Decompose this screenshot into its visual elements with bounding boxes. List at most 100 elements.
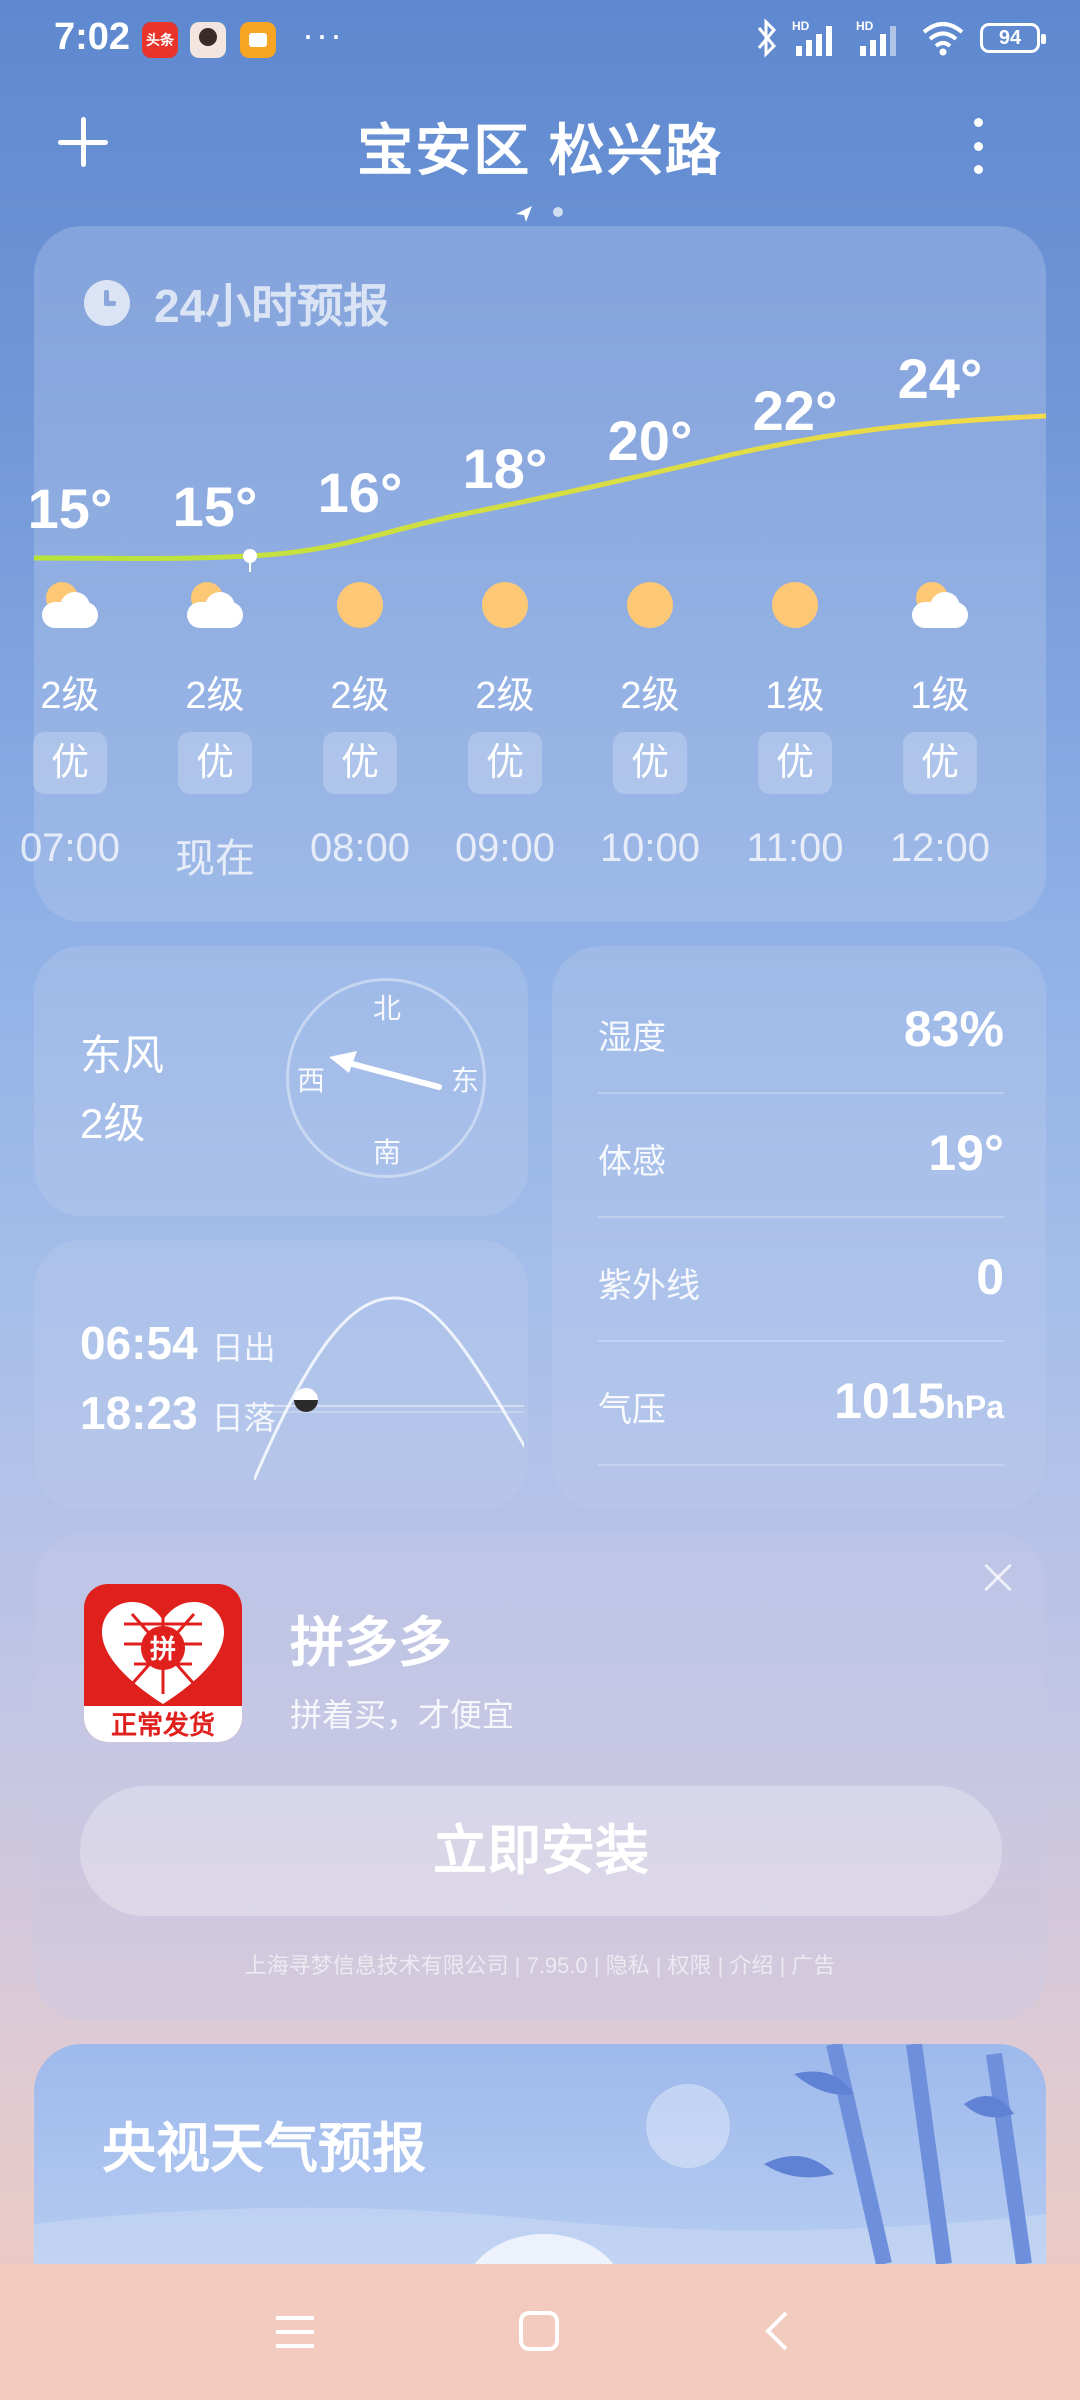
hour-weather	[0, 582, 140, 632]
aqi-badge: 优	[468, 732, 542, 794]
hour-temp: 18°	[462, 437, 548, 500]
forecast-hour-0: 15° 2级优 07:00	[0, 226, 140, 922]
sun-icon	[627, 582, 673, 628]
ad-card[interactable]: 拼 正常发货 拼多多 拼着买，才便宜 立即安装 上海寻梦信息技术有限公司 | 7…	[34, 1534, 1046, 2020]
aqi-badge: 优	[758, 732, 832, 794]
sun-arc	[254, 1296, 524, 1480]
hour-wind: 2级	[40, 675, 100, 717]
hour-aqi-wrap: 优	[0, 732, 140, 794]
aqi-badge: 优	[613, 732, 687, 794]
page-dot	[553, 207, 563, 217]
sun-arc-path	[254, 1296, 524, 1480]
partly-cloudy-icon	[40, 582, 100, 632]
avatar-app-icon	[190, 22, 226, 58]
menu-icon[interactable]	[274, 2312, 316, 2352]
status-indicators: HD HD 94	[756, 18, 1046, 58]
hour-aqi-wrap: 优	[435, 732, 575, 794]
hour-temp: 22°	[752, 379, 838, 442]
svg-text:HD: HD	[792, 19, 810, 33]
hour-wind: 2级	[330, 675, 390, 717]
hour-temp: 24°	[897, 347, 983, 410]
forecast-hour-1: 15° 2级优现在	[145, 226, 285, 922]
uv-label: 紫外线	[598, 1267, 700, 1305]
hour-aqi-wrap: 优	[580, 732, 720, 794]
message-app-icon	[240, 22, 276, 58]
hour-weather	[435, 582, 575, 628]
moon-icon	[646, 2084, 730, 2168]
svg-text:HD: HD	[856, 19, 874, 33]
signal-hd-icon: HD	[792, 19, 832, 56]
ad-app-name: 拼多多	[290, 1613, 452, 1673]
install-button[interactable]: 立即安装	[80, 1786, 1002, 1916]
hour-label: 08:00	[309, 826, 411, 870]
hour-label: 11:00	[746, 826, 844, 870]
hour-wind: 2级	[185, 675, 245, 717]
cctv-forecast-card[interactable]: 央视天气预报	[34, 2044, 1046, 2264]
system-nav-bar	[0, 2264, 1080, 2400]
page-indicator	[512, 200, 572, 224]
feels-like-label: 体感	[598, 1143, 666, 1181]
partly-cloudy-icon	[910, 582, 970, 632]
partly-cloudy-icon	[185, 582, 245, 632]
pressure-unit: hPa	[945, 1389, 1004, 1425]
toutiao-icon: 头条	[142, 22, 178, 58]
details-card[interactable]: 湿度 83% 体感 19° 紫外线 0 气压 1015hPa	[552, 946, 1046, 1510]
hour-wind: 2级	[620, 675, 680, 717]
pressure-value: 1015hPa	[834, 1372, 1004, 1430]
sunrise-sunset-card[interactable]: 06:54 日出 18:23 日落	[34, 1240, 528, 1510]
sunrise-time: 06:54	[80, 1317, 198, 1369]
hour-weather	[725, 582, 865, 628]
battery-indicator: 94	[980, 23, 1046, 53]
sun-icon	[337, 582, 383, 628]
pressure-row: 气压 1015hPa	[598, 1340, 1004, 1466]
ad-slogan: 拼着买，才便宜	[290, 1697, 515, 1733]
wind-direction: 东风	[80, 1032, 165, 1079]
wind-arrow-icon	[329, 1051, 442, 1090]
forecast-hour-2: 16° 2级优 08:00	[290, 226, 430, 922]
hour-wind: 2级	[475, 675, 535, 717]
signal-hd-2-icon: HD	[856, 19, 896, 56]
aqi-badge: 优	[903, 732, 977, 794]
pinduoduo-logo[interactable]: 拼 正常发货	[84, 1584, 242, 1742]
close-icon[interactable]	[980, 1560, 1016, 1596]
hour-label: 现在	[175, 837, 255, 881]
sunset-time: 18:23	[80, 1387, 198, 1439]
humidity-label: 湿度	[598, 1019, 666, 1057]
wind-card[interactable]: 东风 2级 北 南 西 东	[34, 946, 528, 1216]
status-bar: 7:02 头条 ··· HD HD 94	[0, 0, 1080, 84]
hour-wind: 1级	[910, 675, 970, 717]
hour-label: 10:00	[599, 826, 701, 870]
aqi-badge: 优	[178, 732, 252, 794]
more-options-button[interactable]	[958, 118, 998, 174]
forecast-hour-6: 24° 1级优 12:00	[870, 226, 1010, 922]
forecast-card[interactable]: 24小时预报 15° 2级优 07:00 15° 2级优现在 16° 2级优 08:00 18°…	[20, 226, 1046, 922]
home-icon[interactable]	[518, 2310, 560, 2352]
forecast-hour-5: 22° 1级优 11:00	[725, 226, 865, 922]
hour-wind: 1级	[765, 675, 825, 717]
aqi-badge: 优	[323, 732, 397, 794]
sun-icon	[772, 582, 818, 628]
wind-compass: 北 南 西 东	[286, 978, 486, 1178]
hour-aqi-wrap: 优	[870, 732, 1010, 794]
forecast-hour-3: 18° 2级优 09:00	[435, 226, 575, 922]
pinduoduo-logo-banner: 正常发货	[111, 1710, 215, 1741]
hour-label: 07:00	[19, 826, 121, 870]
pinduoduo-heart-icon: 拼 正常发货	[84, 1602, 242, 1742]
uv-row: 紫外线 0	[598, 1216, 1004, 1342]
hour-temp: 15°	[27, 477, 113, 540]
hour-weather	[870, 582, 1010, 632]
humidity-value: 83%	[903, 1001, 1004, 1057]
status-time: 7:02	[54, 16, 131, 58]
hour-temp: 20°	[607, 409, 693, 472]
sunrise-row: 06:54 日出	[80, 1316, 276, 1370]
sun-icon	[482, 582, 528, 628]
pressure-label: 气压	[598, 1391, 666, 1429]
ad-footer[interactable]: 上海寻梦信息技术有限公司 | 7.95.0 | 隐私 | 权限 | 介绍 | 广…	[34, 1948, 1046, 1980]
wifi-icon	[922, 22, 964, 56]
forecast-hour-4: 20° 2级优 10:00	[580, 226, 720, 922]
page-title: 宝安区 松兴路	[357, 119, 723, 182]
feels-like-row: 体感 19°	[598, 1092, 1004, 1218]
hour-aqi-wrap: 优	[145, 732, 285, 794]
back-icon[interactable]	[762, 2310, 792, 2352]
wind-info: 东风 2级	[80, 1022, 164, 1158]
